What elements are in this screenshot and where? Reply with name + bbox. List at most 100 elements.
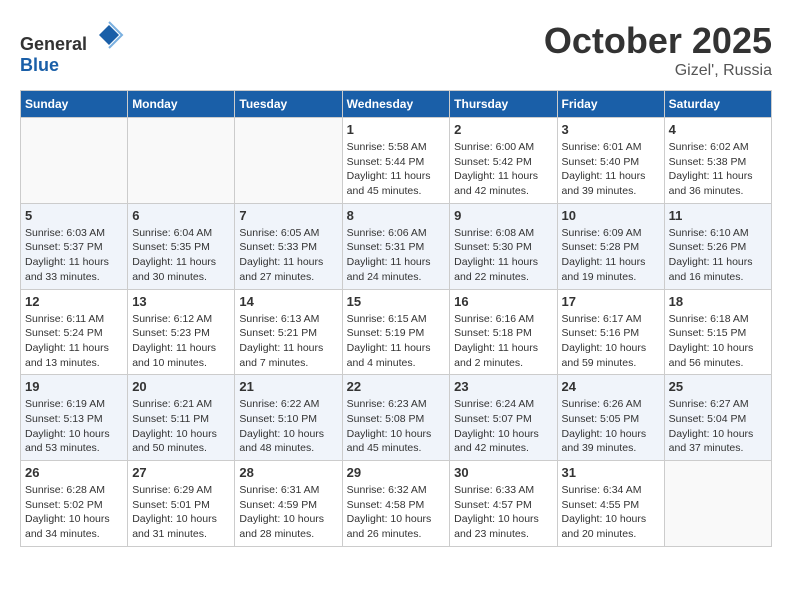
day-info: Sunrise: 6:16 AMSunset: 5:18 PMDaylight:… <box>454 312 552 371</box>
day-number: 5 <box>25 208 123 223</box>
calendar-week-row: 1 Sunrise: 5:58 AMSunset: 5:44 PMDaylight… <box>21 118 772 204</box>
calendar-cell: 14 Sunrise: 6:13 AMSunset: 5:21 PMDayligh… <box>235 289 342 375</box>
day-number: 31 <box>562 465 660 480</box>
calendar-cell: 3Sunrise: 6:01 AMSunset: 5:40 PMDaylight… <box>557 118 664 204</box>
calendar-cell: 7Sunrise: 6:05 AMSunset: 5:33 PMDaylight… <box>235 203 342 289</box>
calendar-cell <box>664 461 771 547</box>
day-number: 26 <box>25 465 123 480</box>
calendar-cell: 16 Sunrise: 6:16 AMSunset: 5:18 PMDayligh… <box>450 289 557 375</box>
calendar-cell: 18 Sunrise: 6:18 AMSunset: 5:15 PMDayligh… <box>664 289 771 375</box>
calendar-week-row: 5 Sunrise: 6:03 AMSunset: 5:37 PMDaylight… <box>21 203 772 289</box>
logo: General Blue <box>20 20 124 76</box>
day-number: 12 <box>25 294 123 309</box>
day-info: Sunrise: 6:23 AMSunset: 5:08 PMDaylight:… <box>347 397 446 456</box>
day-number: 18 <box>669 294 767 309</box>
calendar-cell <box>235 118 342 204</box>
calendar-cell <box>21 118 128 204</box>
day-info: Sunrise: 6:17 AMSunset: 5:16 PMDaylight:… <box>562 312 660 371</box>
calendar-week-row: 12Sunrise: 6:11 AMSunset: 5:24 PMDayligh… <box>21 289 772 375</box>
day-number: 15 <box>347 294 446 309</box>
day-info: Sunrise: 6:32 AMSunset: 4:58 PMDaylight:… <box>347 483 446 542</box>
calendar-cell: 11Sunrise: 6:10 AMSunset: 5:26 PMDayligh… <box>664 203 771 289</box>
day-info: Sunrise: 6:26 AMSunset: 5:05 PMDaylight:… <box>562 397 660 456</box>
calendar-cell: 8Sunrise: 6:06 AMSunset: 5:31 PMDaylight… <box>342 203 450 289</box>
day-info: Sunrise: 5:58 AMSunset: 5:44 PMDaylight:… <box>347 140 446 199</box>
day-number: 24 <box>562 379 660 394</box>
day-info: Sunrise: 6:34 AMSunset: 4:55 PMDaylight:… <box>562 483 660 542</box>
calendar-cell: 31 Sunrise: 6:34 AMSunset: 4:55 PMDayligh… <box>557 461 664 547</box>
calendar-week-row: 19 Sunrise: 6:19 AMSunset: 5:13 PMDayligh… <box>21 375 772 461</box>
day-number: 30 <box>454 465 552 480</box>
day-info: Sunrise: 6:29 AMSunset: 5:01 PMDaylight:… <box>132 483 230 542</box>
day-info: Sunrise: 6:10 AMSunset: 5:26 PMDaylight:… <box>669 226 767 285</box>
day-info: Sunrise: 6:03 AMSunset: 5:37 PMDaylight:… <box>25 226 123 285</box>
logo-general: General <box>20 34 87 54</box>
day-number: 4 <box>669 122 767 137</box>
calendar-cell: 22 Sunrise: 6:23 AMSunset: 5:08 PMDayligh… <box>342 375 450 461</box>
calendar-cell: 5 Sunrise: 6:03 AMSunset: 5:37 PMDaylight… <box>21 203 128 289</box>
day-number: 20 <box>132 379 230 394</box>
calendar-cell: 15 Sunrise: 6:15 AMSunset: 5:19 PMDayligh… <box>342 289 450 375</box>
day-info: Sunrise: 6:27 AMSunset: 5:04 PMDaylight:… <box>669 397 767 456</box>
day-info: Sunrise: 6:00 AMSunset: 5:42 PMDaylight:… <box>454 140 552 199</box>
title-section: October 2025 Gizel', Russia <box>544 20 772 80</box>
weekday-header-wednesday: Wednesday <box>342 91 450 118</box>
calendar-cell: 19 Sunrise: 6:19 AMSunset: 5:13 PMDayligh… <box>21 375 128 461</box>
day-info: Sunrise: 6:22 AMSunset: 5:10 PMDaylight:… <box>239 397 337 456</box>
day-number: 14 <box>239 294 337 309</box>
day-number: 2 <box>454 122 552 137</box>
calendar-cell <box>128 118 235 204</box>
weekday-header-sunday: Sunday <box>21 91 128 118</box>
day-info: Sunrise: 6:21 AMSunset: 5:11 PMDaylight:… <box>132 397 230 456</box>
day-info: Sunrise: 6:31 AMSunset: 4:59 PMDaylight:… <box>239 483 337 542</box>
calendar-cell: 6Sunrise: 6:04 AMSunset: 5:35 PMDaylight… <box>128 203 235 289</box>
day-number: 16 <box>454 294 552 309</box>
calendar-cell: 1 Sunrise: 5:58 AMSunset: 5:44 PMDaylight… <box>342 118 450 204</box>
month-title: October 2025 <box>544 20 772 62</box>
calendar-cell: 13 Sunrise: 6:12 AMSunset: 5:23 PMDayligh… <box>128 289 235 375</box>
calendar-cell: 2 Sunrise: 6:00 AMSunset: 5:42 PMDaylight… <box>450 118 557 204</box>
calendar-cell: 27 Sunrise: 6:29 AMSunset: 5:01 PMDayligh… <box>128 461 235 547</box>
day-info: Sunrise: 6:12 AMSunset: 5:23 PMDaylight:… <box>132 312 230 371</box>
calendar-cell: 20 Sunrise: 6:21 AMSunset: 5:11 PMDayligh… <box>128 375 235 461</box>
day-info: Sunrise: 6:09 AMSunset: 5:28 PMDaylight:… <box>562 226 660 285</box>
day-info: Sunrise: 6:05 AMSunset: 5:33 PMDaylight:… <box>239 226 337 285</box>
day-info: Sunrise: 6:13 AMSunset: 5:21 PMDaylight:… <box>239 312 337 371</box>
day-info: Sunrise: 6:33 AMSunset: 4:57 PMDaylight:… <box>454 483 552 542</box>
calendar-cell: 28Sunrise: 6:31 AMSunset: 4:59 PMDayligh… <box>235 461 342 547</box>
day-number: 27 <box>132 465 230 480</box>
day-number: 17 <box>562 294 660 309</box>
day-info: Sunrise: 6:15 AMSunset: 5:19 PMDaylight:… <box>347 312 446 371</box>
calendar-cell: 29 Sunrise: 6:32 AMSunset: 4:58 PMDayligh… <box>342 461 450 547</box>
calendar-cell: 21 Sunrise: 6:22 AMSunset: 5:10 PMDayligh… <box>235 375 342 461</box>
day-number: 19 <box>25 379 123 394</box>
calendar-cell: 17 Sunrise: 6:17 AMSunset: 5:16 PMDayligh… <box>557 289 664 375</box>
day-info: Sunrise: 6:04 AMSunset: 5:35 PMDaylight:… <box>132 226 230 285</box>
weekday-header-row: SundayMondayTuesdayWednesdayThursdayFrid… <box>21 91 772 118</box>
calendar-cell: 4 Sunrise: 6:02 AMSunset: 5:38 PMDaylight… <box>664 118 771 204</box>
calendar-cell: 23Sunrise: 6:24 AMSunset: 5:07 PMDayligh… <box>450 375 557 461</box>
day-number: 29 <box>347 465 446 480</box>
day-info: Sunrise: 6:19 AMSunset: 5:13 PMDaylight:… <box>25 397 123 456</box>
weekday-header-thursday: Thursday <box>450 91 557 118</box>
location: Gizel', Russia <box>544 62 772 80</box>
day-number: 10 <box>562 208 660 223</box>
day-number: 25 <box>669 379 767 394</box>
day-info: Sunrise: 6:08 AMSunset: 5:30 PMDaylight:… <box>454 226 552 285</box>
page-header: General Blue October 2025 Gizel', Russia <box>20 20 772 80</box>
logo-text: General Blue <box>20 20 124 76</box>
day-number: 1 <box>347 122 446 137</box>
calendar-cell: 26 Sunrise: 6:28 AMSunset: 5:02 PMDayligh… <box>21 461 128 547</box>
weekday-header-monday: Monday <box>128 91 235 118</box>
calendar-cell: 9 Sunrise: 6:08 AMSunset: 5:30 PMDaylight… <box>450 203 557 289</box>
day-number: 21 <box>239 379 337 394</box>
day-number: 23 <box>454 379 552 394</box>
day-info: Sunrise: 6:28 AMSunset: 5:02 PMDaylight:… <box>25 483 123 542</box>
day-info: Sunrise: 6:01 AMSunset: 5:40 PMDaylight:… <box>562 140 660 199</box>
day-info: Sunrise: 6:02 AMSunset: 5:38 PMDaylight:… <box>669 140 767 199</box>
day-info: Sunrise: 6:18 AMSunset: 5:15 PMDaylight:… <box>669 312 767 371</box>
day-number: 13 <box>132 294 230 309</box>
day-number: 9 <box>454 208 552 223</box>
day-number: 22 <box>347 379 446 394</box>
calendar-cell: 10 Sunrise: 6:09 AMSunset: 5:28 PMDayligh… <box>557 203 664 289</box>
